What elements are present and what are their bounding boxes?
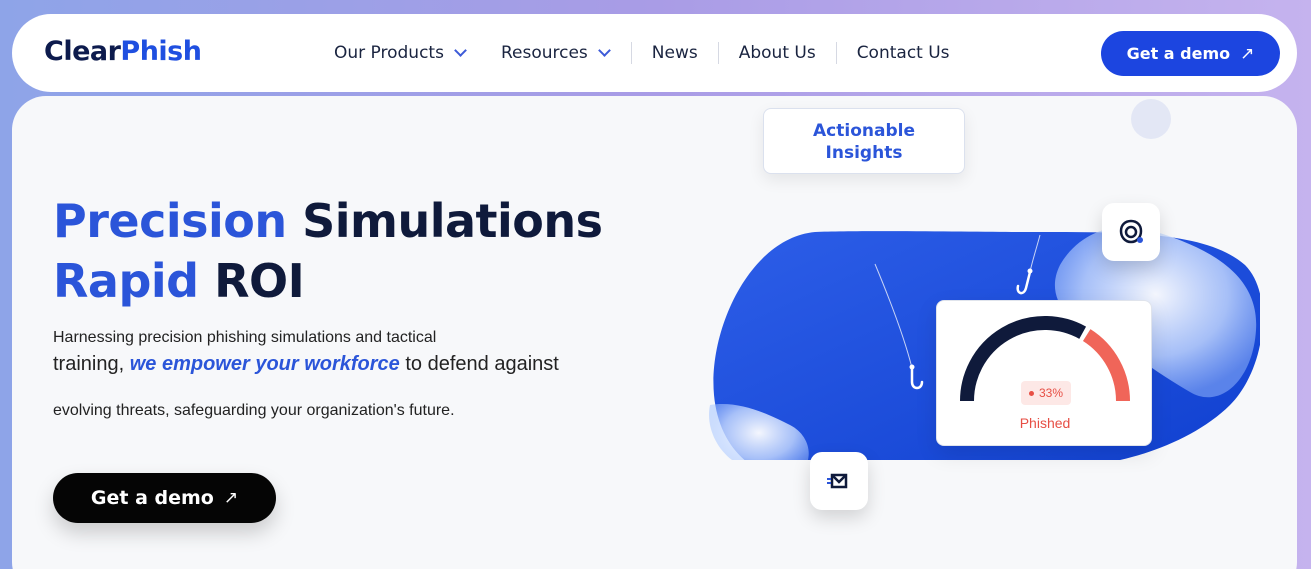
nav-our-products[interactable]: Our Products <box>324 41 475 65</box>
chevron-down-icon <box>597 44 611 57</box>
insight-line2: Insights <box>825 143 903 163</box>
chevron-down-icon <box>454 44 467 57</box>
hero-desc-post: to defend against <box>399 353 559 375</box>
nav-about-us[interactable]: About Us <box>729 41 826 65</box>
hero-title: Precision Simulations Rapid ROI <box>53 191 603 311</box>
hook-eye <box>1027 268 1033 274</box>
percent-badge: 33% <box>1021 381 1071 405</box>
hook-eye <box>909 364 915 370</box>
nav-divider <box>717 42 719 64</box>
mail-icon <box>827 473 848 489</box>
logo-text-phish: Phish <box>120 36 202 67</box>
nav-get-demo-button[interactable]: Get a demo ↗ <box>1101 31 1280 76</box>
hero-desc-pre: training, <box>53 353 130 375</box>
nav-resources-label: Resources <box>500 43 588 63</box>
nav-news[interactable]: News <box>642 41 708 65</box>
hero-get-demo-button[interactable]: Get a demo ↗ <box>53 473 276 523</box>
actionable-insights-card: Actionable Insights <box>763 108 965 174</box>
phish-rate-card: 33% Phished <box>936 300 1152 446</box>
hero-title-accent-1: Precision <box>53 194 287 248</box>
hero-description-line3: evolving threats, safeguarding your orga… <box>53 402 455 419</box>
hero-description-line1: Harnessing precision phishing simulation… <box>53 329 437 346</box>
phished-percent: 33% <box>1038 386 1064 400</box>
hero-get-demo-label: Get a demo <box>90 487 214 509</box>
arrow-up-right-icon: ↗ <box>1240 43 1255 64</box>
hero-description-line2: training, we empower your workforce to d… <box>53 353 559 376</box>
nav-divider <box>630 42 632 64</box>
arrow-up-right-icon: ↗ <box>223 488 239 508</box>
insight-line1: Actionable <box>813 121 915 141</box>
logo-text-clear: Clear <box>44 36 121 67</box>
nav-resources[interactable]: Resources <box>491 41 619 65</box>
decor-circle <box>1131 99 1171 139</box>
hero-title-rest-2: ROI <box>214 254 305 308</box>
analytics-badge <box>1102 203 1160 261</box>
red-dot-icon <box>1028 390 1034 396</box>
gauge-value-arc <box>1082 329 1130 402</box>
clearphish-logo[interactable]: ClearPhish <box>44 36 202 67</box>
hero-title-rest-1: Simulations <box>302 194 603 248</box>
nav-contact-us[interactable]: Contact Us <box>847 41 960 65</box>
phished-label: Phished <box>1019 415 1071 431</box>
nav-divider <box>835 42 837 64</box>
nav-get-demo-label: Get a demo <box>1126 44 1231 63</box>
mail-badge <box>810 452 868 510</box>
hero-desc-emphasis: we empower your workforce <box>129 353 400 375</box>
nav-our-products-label: Our Products <box>334 43 444 63</box>
search-shield-icon <box>1119 219 1143 244</box>
hero-title-accent-2: Rapid <box>53 254 199 308</box>
